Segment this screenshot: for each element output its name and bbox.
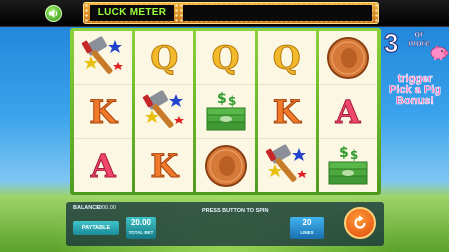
letter-symbol: K [272, 92, 301, 131]
reel-cell: Q [196, 31, 255, 85]
hammer-symbol [81, 36, 124, 74]
svg-text:$: $ [217, 91, 227, 107]
promo-text: trigger Pick a Pig Bonus! [389, 73, 442, 107]
lines-label: LINES [300, 230, 314, 235]
reel-4: QK [257, 31, 316, 192]
total-bet-label: TOTAL BET [128, 230, 154, 235]
reel-cell [258, 139, 316, 192]
paytable-button[interactable]: PAYTABLE [73, 221, 119, 235]
letter-symbol: K [150, 146, 179, 185]
hammer-symbol [143, 90, 185, 128]
reel-3: Q $ $ [196, 31, 255, 192]
penny-symbol [204, 144, 247, 187]
reel-cell: K [74, 85, 133, 139]
reel-cell: Q [135, 31, 194, 85]
luck-meter-label: LUCK METER [90, 5, 174, 21]
hammer-symbol [265, 144, 307, 182]
money-stack-symbol: $ $ [206, 91, 245, 130]
letter-symbol: K [89, 92, 118, 131]
lines-value: 20 [302, 218, 312, 227]
balance-value: 1000.00 [96, 205, 116, 211]
reel-cell: $ $ [196, 85, 255, 139]
reel-cell: Q [257, 31, 316, 85]
reel-cell: K [257, 85, 316, 139]
spin-arrow-icon [354, 215, 366, 229]
letter-symbol: Q [150, 38, 179, 77]
svg-text:$: $ [228, 94, 236, 108]
reel-5: A $ $ [318, 31, 378, 192]
bonus-promo: 3 or more trigger Pick a Pig Bonus! [382, 26, 449, 146]
sound-toggle-button[interactable] [45, 5, 62, 22]
reel-2: QK [135, 31, 194, 192]
reel-cell: A [318, 85, 378, 139]
reels: K A Q K Q $ $ Q K A $ $ [74, 31, 378, 192]
reel-cell: $ $ [319, 139, 377, 192]
penny-symbol [326, 36, 369, 79]
letter-symbol: Q [272, 38, 301, 77]
reel-cell [135, 85, 194, 139]
spin-hint: PRESS BUTTON TO SPIN [202, 208, 269, 214]
svg-text:$: $ [350, 148, 358, 162]
letter-symbol: A [90, 146, 116, 185]
pig-icon [430, 44, 449, 60]
spin-button[interactable] [344, 207, 376, 239]
reel-cell [196, 139, 254, 192]
reel-cell [74, 31, 133, 85]
luck-meter: LUCK METER [83, 2, 379, 24]
svg-text:$: $ [339, 145, 349, 161]
letter-symbol: Q [211, 38, 240, 77]
luck-meter-bar [183, 5, 372, 21]
reel-cell: A [74, 139, 132, 192]
money-stack-symbol: $ $ [328, 145, 368, 184]
speaker-icon [48, 8, 58, 19]
total-bet-value: 20.00 [130, 218, 152, 227]
letter-symbol: A [335, 92, 361, 131]
reel-cell [318, 31, 378, 85]
reel-cell: K [135, 139, 193, 192]
promo-count: 3 [383, 28, 399, 59]
top-bar: LUCK METER [0, 0, 449, 27]
reel-1: KA [74, 31, 133, 192]
